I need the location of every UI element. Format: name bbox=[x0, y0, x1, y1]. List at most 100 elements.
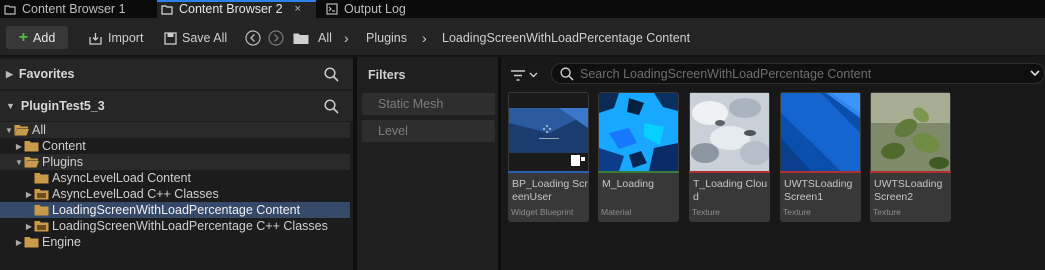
filters-panel: Filters Static Mesh Level bbox=[357, 57, 498, 270]
asset-tile[interactable]: T_Loading Cloud Texture bbox=[689, 92, 770, 222]
tab-output-log[interactable]: Output Log bbox=[322, 0, 422, 18]
search-icon[interactable] bbox=[324, 99, 339, 114]
tab-label: Content Browser 2 bbox=[179, 2, 283, 16]
tree-item[interactable]: ▶ Engine bbox=[0, 234, 350, 250]
asset-color-bar bbox=[598, 171, 679, 173]
filters-title: Filters bbox=[368, 68, 406, 82]
tree-item[interactable]: ▶ Content bbox=[0, 138, 350, 154]
texture-thumbnail bbox=[781, 93, 860, 171]
add-button[interactable]: + Add bbox=[6, 26, 68, 49]
collapsed-arrow-icon[interactable]: ▶ bbox=[24, 222, 34, 231]
sources-panel: ▶ Favorites ▼ PluginTest5_3 ▼ All ▶ Content… bbox=[0, 57, 353, 270]
import-icon bbox=[89, 32, 102, 45]
open-folder-icon bbox=[24, 157, 39, 168]
asset-name: UWTSLoading Screen2 bbox=[874, 178, 943, 203]
back-arrow-icon bbox=[245, 30, 261, 46]
tree-item-label: Content bbox=[42, 139, 86, 153]
browse-folder-button[interactable] bbox=[293, 27, 309, 49]
collapsed-arrow-icon: ▶ bbox=[6, 68, 13, 79]
search-icon bbox=[560, 66, 574, 81]
asset-color-bar bbox=[780, 171, 861, 173]
tree-item-label: Plugins bbox=[42, 155, 83, 169]
breadcrumb-label: Plugins bbox=[366, 31, 407, 45]
widget-blueprint-thumbnail bbox=[509, 93, 588, 171]
content-browser-icon bbox=[4, 5, 16, 15]
plus-icon: + bbox=[18, 28, 29, 46]
asset-type: Widget Blueprint bbox=[511, 207, 574, 217]
content-browser-icon bbox=[161, 5, 173, 15]
tab-content-browser-1[interactable]: Content Browser 1 bbox=[0, 0, 152, 18]
tab-label: Output Log bbox=[344, 2, 406, 16]
folder-icon bbox=[34, 221, 49, 232]
tab-content-browser-2[interactable]: Content Browser 2 × bbox=[157, 0, 316, 18]
asset-tile[interactable]: BP_Loading ScreenUser Widget Blueprint bbox=[508, 92, 589, 222]
tree-item[interactable]: ▶ AsyncLevelLoad C++ Classes bbox=[0, 186, 350, 202]
breadcrumb-item-all[interactable]: All bbox=[318, 27, 332, 49]
asset-name: T_Loading Cloud bbox=[693, 178, 768, 203]
texture-thumbnail bbox=[871, 93, 950, 171]
folder-icon bbox=[34, 205, 49, 216]
tree-item[interactable]: AsyncLevelLoad Content bbox=[0, 170, 350, 186]
add-button-label: Add bbox=[33, 30, 56, 45]
filter-dropdown-button[interactable] bbox=[511, 66, 545, 84]
chevron-right-icon[interactable]: › bbox=[422, 27, 427, 49]
tree-item[interactable]: ▼ Plugins bbox=[0, 154, 350, 170]
tree-item-label: AsyncLevelLoad C++ Classes bbox=[52, 187, 219, 201]
folder-icon bbox=[24, 141, 39, 152]
breadcrumb-label: All bbox=[318, 31, 332, 45]
texture-thumbnail bbox=[690, 93, 769, 171]
folder-icon bbox=[24, 237, 39, 248]
project-label: PluginTest5_3 bbox=[20, 99, 105, 113]
asset-type: Material bbox=[601, 207, 632, 217]
asset-tile[interactable]: UWTSLoading Screen1 Texture bbox=[780, 92, 861, 222]
output-log-icon bbox=[326, 3, 338, 15]
open-folder-icon bbox=[14, 125, 29, 136]
filter-level[interactable]: Level bbox=[362, 120, 495, 142]
tree-item-label: All bbox=[32, 123, 46, 137]
filter-icon bbox=[511, 69, 525, 81]
folder-icon bbox=[34, 173, 49, 184]
asset-view: BP_Loading ScreenUser Widget Blueprint M… bbox=[501, 57, 1045, 270]
expanded-arrow-icon[interactable]: ▼ bbox=[14, 158, 24, 167]
import-label: Import bbox=[108, 31, 144, 45]
forward-button[interactable] bbox=[268, 27, 284, 49]
folder-icon bbox=[293, 33, 309, 44]
tree-item[interactable]: ▼ All bbox=[0, 122, 350, 138]
import-button[interactable]: Import bbox=[88, 27, 143, 49]
collapsed-arrow-icon[interactable]: ▶ bbox=[14, 142, 24, 151]
forward-arrow-icon bbox=[268, 30, 284, 46]
filter-label: Level bbox=[378, 124, 408, 138]
tree-item[interactable]: LoadingScreenWithLoadPercentage Content bbox=[0, 202, 350, 218]
save-icon bbox=[164, 31, 177, 45]
breadcrumb-item-plugins[interactable]: Plugins bbox=[366, 27, 407, 49]
asset-color-bar bbox=[508, 171, 589, 173]
asset-tile[interactable]: UWTSLoading Screen2 Texture bbox=[870, 92, 951, 222]
tree-item-label: LoadingScreenWithLoadPercentage Content bbox=[52, 203, 301, 217]
save-all-button[interactable]: Save All bbox=[164, 27, 227, 49]
filter-static-mesh[interactable]: Static Mesh bbox=[362, 93, 495, 115]
favorites-header[interactable]: ▶ Favorites bbox=[0, 59, 353, 89]
toolbar: + Add Import Save All All › Plugins › Lo… bbox=[0, 18, 1045, 56]
search-icon[interactable] bbox=[324, 67, 339, 82]
asset-type: Texture bbox=[873, 207, 901, 217]
chevron-right-icon[interactable]: › bbox=[344, 27, 349, 49]
breadcrumb-item-current[interactable]: LoadingScreenWithLoadPercentage Content bbox=[442, 27, 690, 49]
asset-color-bar bbox=[689, 171, 770, 173]
tree-item-label: LoadingScreenWithLoadPercentage C++ Clas… bbox=[52, 219, 328, 233]
collapsed-arrow-icon[interactable]: ▶ bbox=[24, 190, 34, 199]
search-box[interactable] bbox=[551, 63, 1045, 84]
save-all-label: Save All bbox=[182, 31, 228, 45]
folder-icon bbox=[34, 189, 49, 200]
tree-item[interactable]: ▶ LoadingScreenWithLoadPercentage C++ Cla… bbox=[0, 218, 350, 234]
search-input[interactable] bbox=[580, 66, 1010, 81]
chevron-down-icon bbox=[529, 72, 538, 78]
close-icon[interactable]: × bbox=[295, 3, 301, 15]
collapsed-arrow-icon[interactable]: ▶ bbox=[14, 238, 24, 247]
asset-tile[interactable]: M_Loading Material bbox=[598, 92, 679, 222]
material-thumbnail bbox=[599, 93, 678, 171]
project-header[interactable]: ▼ PluginTest5_3 bbox=[0, 91, 353, 121]
expanded-arrow-icon[interactable]: ▼ bbox=[4, 126, 14, 135]
tree-item-label: Engine bbox=[42, 235, 81, 249]
back-button[interactable] bbox=[245, 27, 261, 49]
chevron-down-icon[interactable] bbox=[1030, 70, 1040, 77]
